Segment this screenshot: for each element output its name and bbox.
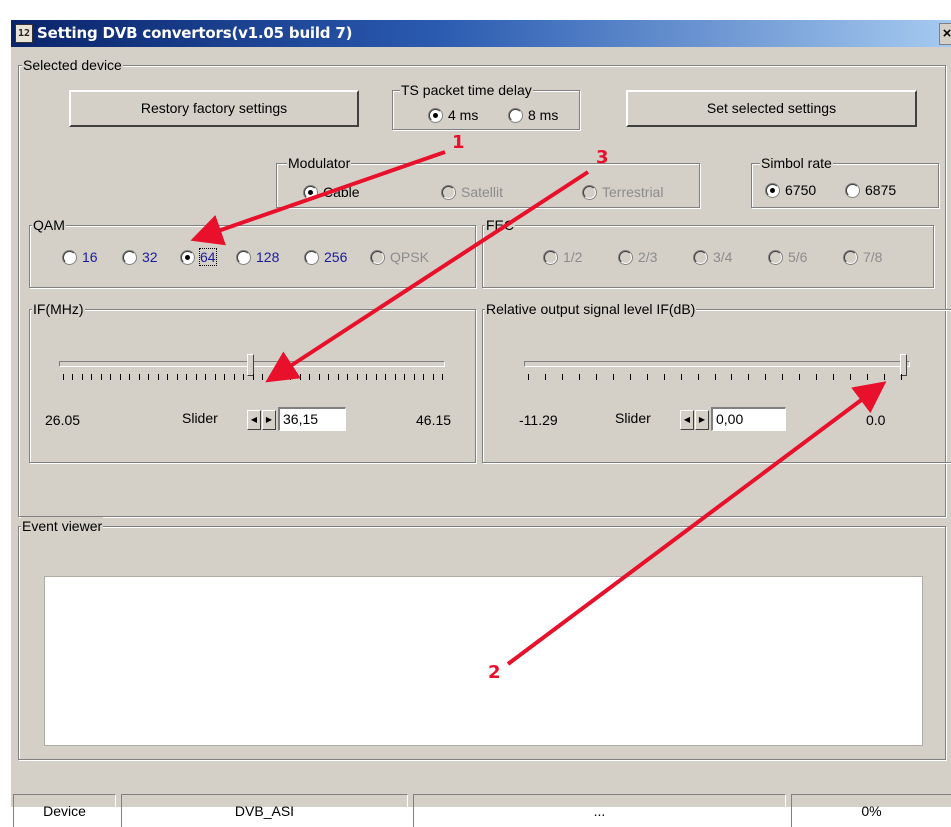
annotation-arrow-2 <box>506 381 887 666</box>
annotation-label-3: 3 <box>596 147 609 168</box>
annotation-arrow-1 <box>190 150 446 246</box>
annotation-arrow-3 <box>265 170 590 383</box>
annotation-label-1: 1 <box>452 132 465 153</box>
annotation-arrows <box>190 150 887 666</box>
annotation-label-2: 2 <box>488 662 501 683</box>
